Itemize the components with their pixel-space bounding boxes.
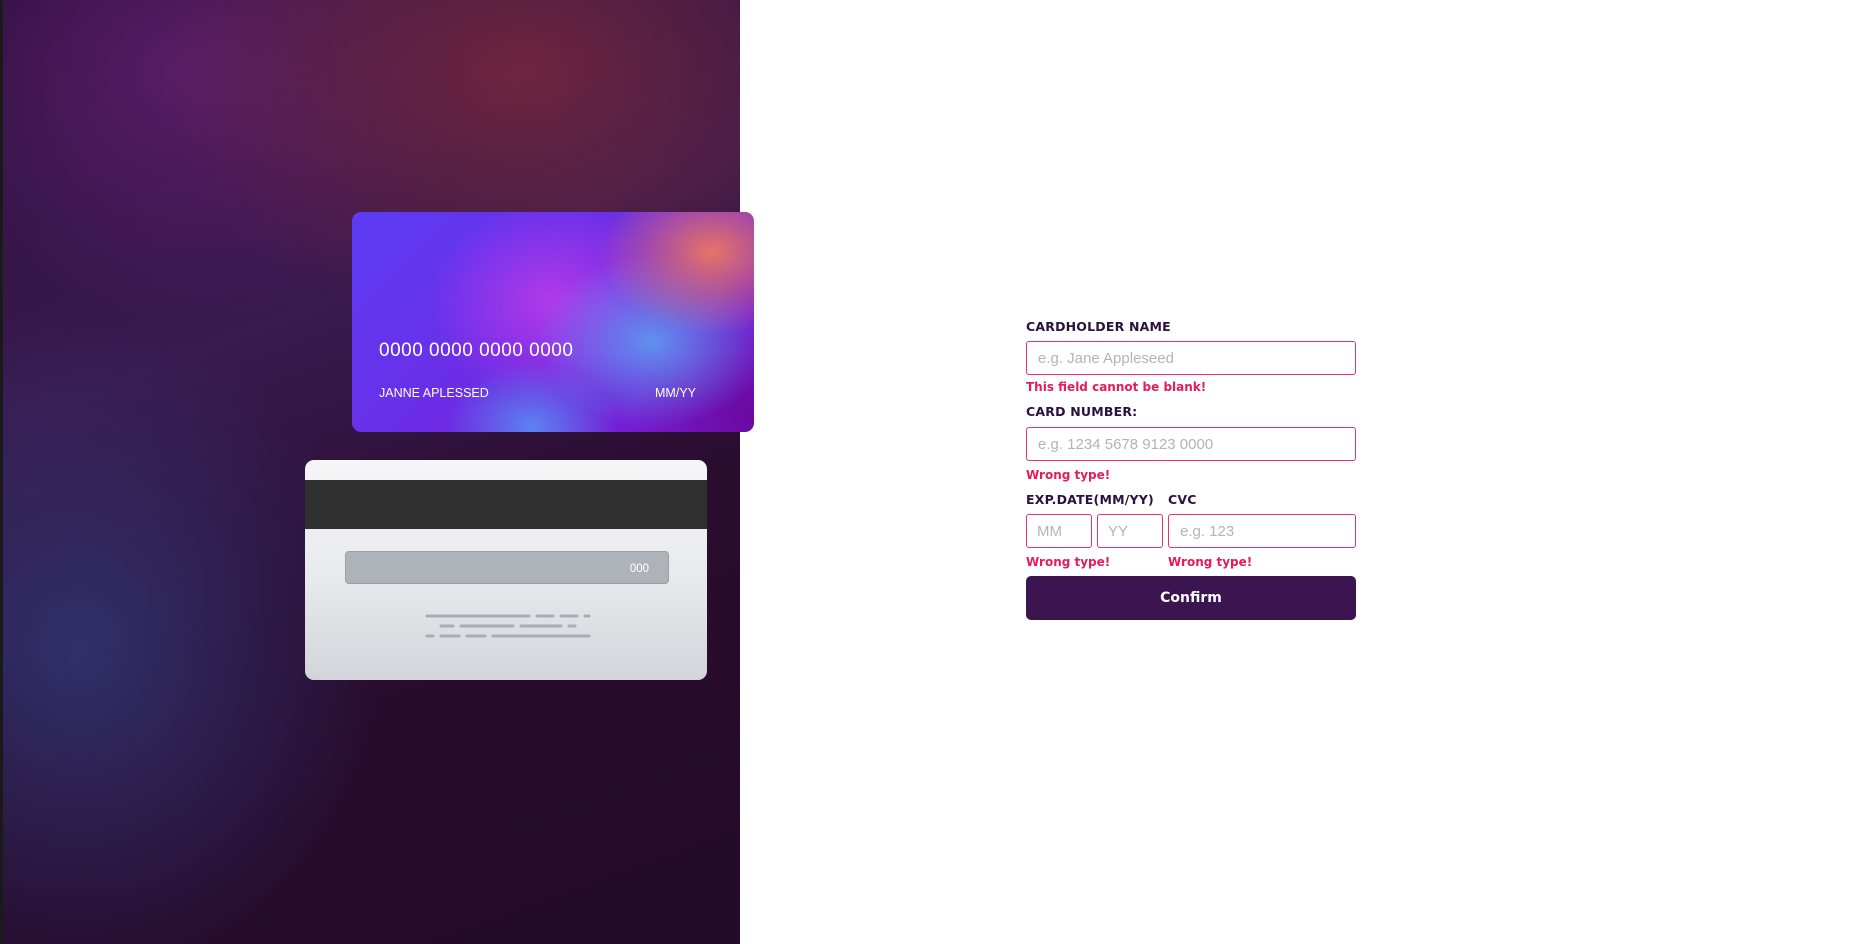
panel-edge bbox=[0, 0, 3, 944]
card-front-holder: JANNE APLESSED bbox=[379, 386, 489, 400]
cardholder-name-input[interactable] bbox=[1026, 341, 1356, 375]
magnetic-stripe bbox=[305, 480, 707, 529]
card-back-cvc: 000 bbox=[629, 563, 649, 575]
card-number-input[interactable] bbox=[1026, 427, 1356, 461]
card-back: 000 bbox=[305, 460, 707, 680]
cvc-label: CVC bbox=[1168, 492, 1197, 507]
card-front: 0000 0000 0000 0000 JANNE APLESSED MM/YY bbox=[352, 212, 754, 432]
exp-date-error: Wrong type! bbox=[1026, 555, 1111, 569]
card-number-label: CARD NUMBER: bbox=[1026, 404, 1138, 419]
cardholder-name-error: This field cannot be blank! bbox=[1026, 380, 1207, 394]
card-back-fine-print bbox=[425, 614, 591, 638]
page: 0000 0000 0000 0000 JANNE APLESSED MM/YY… bbox=[0, 0, 1849, 944]
card-number-error: Wrong type! bbox=[1026, 468, 1111, 482]
exp-month-input[interactable] bbox=[1026, 514, 1092, 548]
card-front-expiry: MM/YY bbox=[655, 386, 696, 400]
card-details-form: CARDHOLDER NAME This field cannot be bla… bbox=[1026, 318, 1356, 620]
cvc-error: Wrong type! bbox=[1168, 555, 1253, 569]
card-showcase-panel: 0000 0000 0000 0000 JANNE APLESSED MM/YY… bbox=[0, 0, 754, 944]
exp-year-input[interactable] bbox=[1097, 514, 1163, 548]
cvc-input[interactable] bbox=[1168, 514, 1356, 548]
signature-strip: 000 bbox=[345, 551, 669, 584]
exp-date-label: EXP.DATE(MM/YY) bbox=[1026, 492, 1154, 507]
cardholder-name-label: CARDHOLDER NAME bbox=[1026, 319, 1171, 334]
card-front-number: 0000 0000 0000 0000 bbox=[379, 340, 574, 361]
confirm-button[interactable]: Confirm bbox=[1026, 576, 1356, 620]
